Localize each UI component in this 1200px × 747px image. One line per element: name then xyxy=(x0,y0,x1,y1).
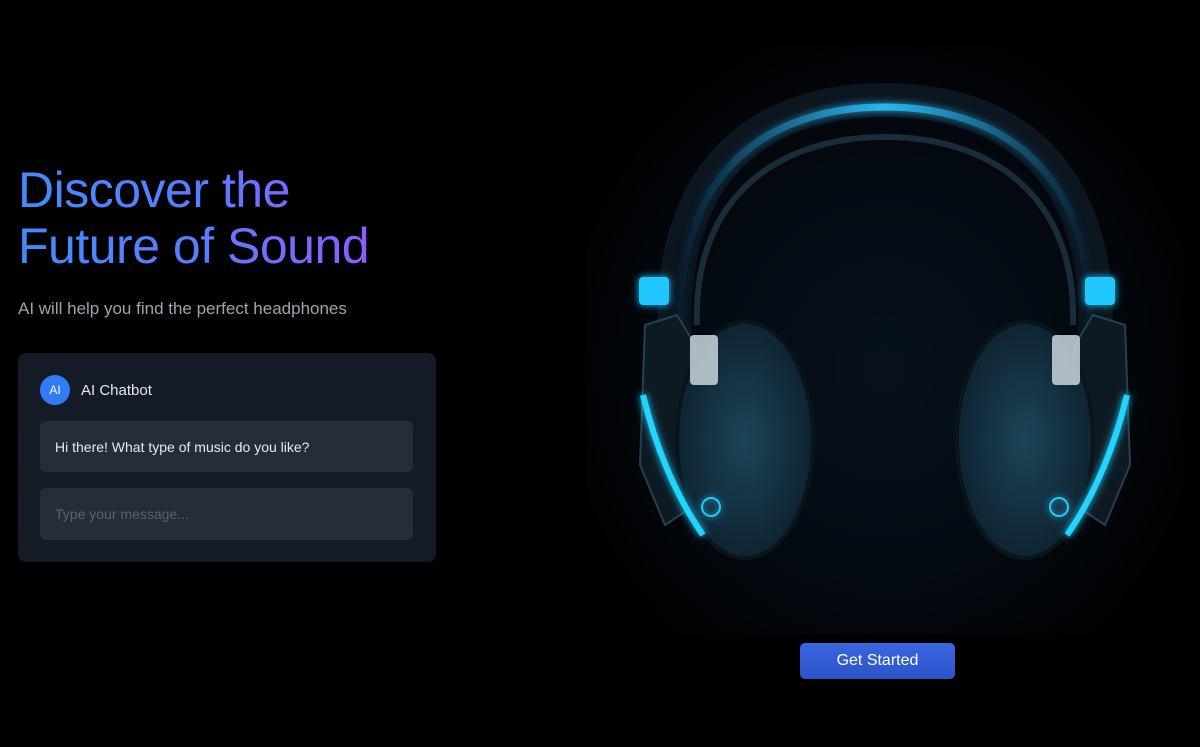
chatbot-header: AI AI Chatbot xyxy=(40,375,152,405)
chatbot-panel: AI AI Chatbot Hi there! What type of mus… xyxy=(18,353,436,562)
hero-subtitle: AI will help you find the perfect headph… xyxy=(18,299,347,318)
hero-title-line-2: Future of Sound xyxy=(18,218,370,274)
chatbot-message: Hi there! What type of music do you like… xyxy=(40,421,413,472)
headphones-icon xyxy=(638,82,1132,560)
chat-message-input[interactable] xyxy=(40,488,413,540)
chatbot-avatar: AI xyxy=(40,375,70,405)
chatbot-name: AI Chatbot xyxy=(81,381,152,399)
hero-title-line-1: Discover the xyxy=(18,162,290,218)
get-started-button[interactable]: Get Started xyxy=(800,643,955,679)
landing-page: Discover the Future of Sound AI will hel… xyxy=(0,0,1200,747)
headphones-image xyxy=(585,45,1185,635)
hero-title: Discover the Future of Sound xyxy=(18,162,369,274)
